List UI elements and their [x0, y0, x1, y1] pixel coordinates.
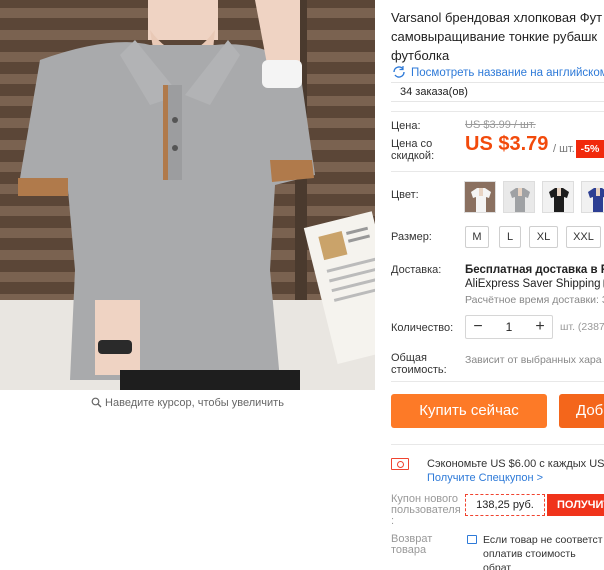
quantity-stepper: − 1 +	[465, 315, 553, 339]
get-coupon-link[interactable]: Получите Спецкупон >	[427, 472, 543, 484]
product-info-panel: Varsanol брендовая хлопковая Фут самовыр…	[391, 0, 604, 570]
returns-label: Возврат товара	[391, 533, 433, 556]
zoom-hint-text: Наведите курсор, чтобы увеличить	[105, 397, 284, 409]
add-to-cart-button[interactable]: Доб	[559, 394, 604, 428]
product-title: Varsanol брендовая хлопковая Фут самовыр…	[391, 10, 603, 63]
return-policy-icon	[467, 535, 477, 544]
stock-available: шт. (2387	[560, 321, 604, 333]
total-label: Общая стоимость:	[391, 352, 447, 376]
shipping-method[interactable]: AliExpress Saver Shipping	[465, 278, 604, 290]
shipping-label: Доставка:	[391, 264, 442, 276]
buy-now-button[interactable]: Купить сейчас	[391, 394, 547, 428]
delivery-time: Расчётное время доставки: 3	[465, 294, 604, 306]
discount-badge: -5%	[576, 140, 604, 158]
color-swatch-navy[interactable]	[581, 181, 604, 213]
quantity-label: Количество:	[391, 322, 454, 334]
zoom-hint: Наведите курсор, чтобы увеличить	[0, 397, 375, 411]
promo-save-text: Сэкономьте US $6.00 с каждых US $6	[427, 458, 604, 470]
original-price: US $3.99 / шт.	[465, 119, 536, 131]
price-unit: / шт.	[553, 143, 575, 155]
product-main-image[interactable]	[0, 0, 375, 390]
divider	[391, 171, 604, 172]
size-option-m[interactable]: M	[465, 226, 489, 248]
quantity-decrease-button[interactable]: −	[466, 316, 490, 338]
shipping-method-text: AliExpress Saver Shipping	[465, 278, 601, 290]
coupon-value: 138,25 руб.	[465, 494, 545, 516]
discount-price-label: Цена со скидкой:	[391, 138, 435, 162]
size-label: Размер:	[391, 231, 432, 243]
color-label: Цвет:	[391, 189, 419, 201]
price-label: Цена:	[391, 120, 421, 132]
get-coupon-button[interactable]: ПОЛУЧИТ	[547, 494, 604, 516]
magnifier-icon	[91, 397, 102, 411]
quantity-input[interactable]: 1	[490, 316, 528, 338]
color-swatch-black[interactable]	[542, 181, 574, 213]
translate-icon	[391, 65, 407, 79]
divider	[391, 381, 604, 382]
size-option-l[interactable]: L	[499, 226, 521, 248]
shipping-title: Бесплатная доставка в Rus	[465, 264, 604, 276]
size-option-xl[interactable]: XL	[529, 226, 558, 248]
quantity-increase-button[interactable]: +	[528, 316, 552, 338]
new-user-coupon-label: Купон нового пользователя :	[391, 493, 461, 527]
coupon-icon	[391, 458, 409, 470]
divider	[391, 111, 604, 112]
returns-text: Если товар не соответст оплатив стоимост…	[483, 534, 603, 570]
divider	[391, 444, 604, 445]
translate-title-link[interactable]: Посмотреть название на английском	[391, 65, 604, 79]
orders-count: 34 заказа(ов)	[391, 82, 604, 102]
size-option-xxl[interactable]: XXL	[566, 226, 601, 248]
current-price: US $3.79	[465, 133, 549, 155]
total-note: Зависит от выбранных хара	[465, 354, 602, 366]
color-swatch-white[interactable]	[464, 181, 496, 213]
color-swatch-grey[interactable]	[503, 181, 535, 213]
translate-link-text: Посмотреть название на английском	[411, 67, 604, 79]
